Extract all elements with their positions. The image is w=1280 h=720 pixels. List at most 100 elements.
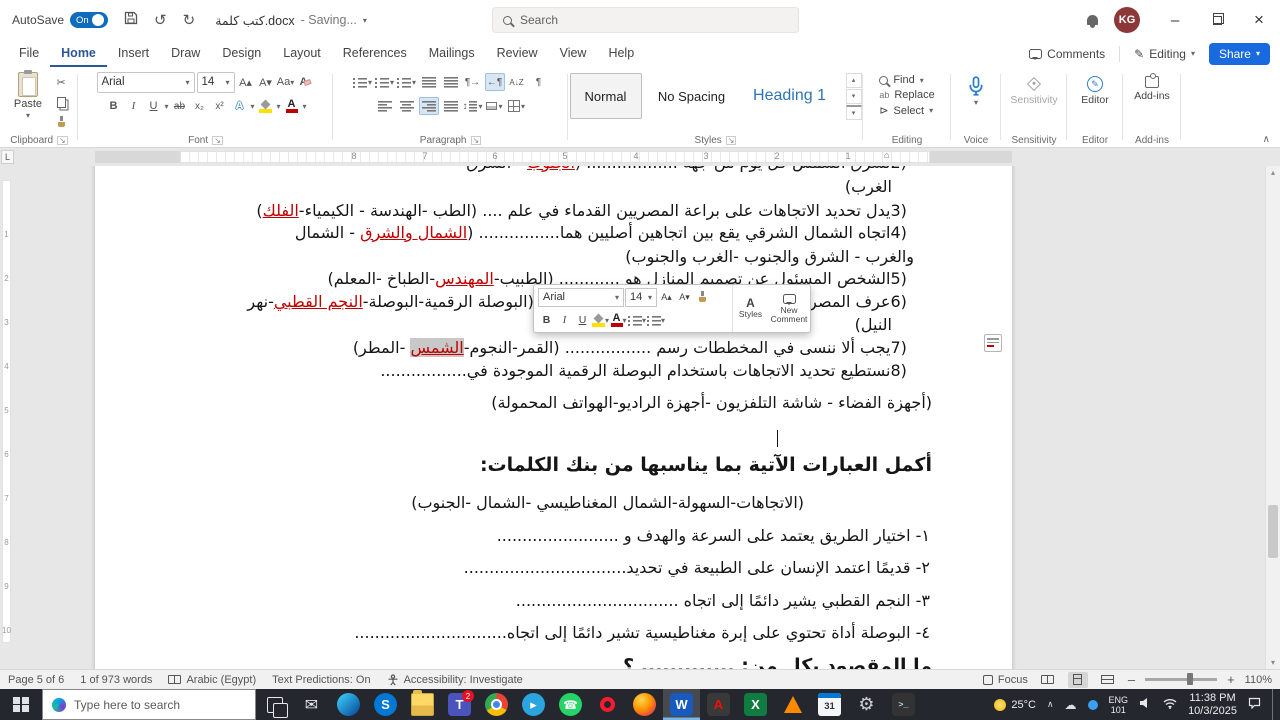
zoom-out-button[interactable]: – <box>1128 672 1135 687</box>
change-case-button[interactable]: Aa ▾ <box>277 73 295 91</box>
restore-button[interactable] <box>1196 0 1238 40</box>
show-marks-button[interactable]: ¶ <box>529 73 549 91</box>
share-button[interactable]: Share ▾ <box>1208 42 1270 65</box>
doc-line[interactable]: ٣- النجم القطبي يشير دائمًا إلى اتجاه ..… <box>516 590 930 612</box>
mini-grow-font-button[interactable]: A▴ <box>658 288 675 306</box>
tab-home[interactable]: Home <box>50 40 107 67</box>
chevron-down-icon[interactable]: ▾ <box>164 102 168 111</box>
vertical-ruler[interactable]: 1 2 3 4 5 6 7 8 9 10 <box>0 166 13 669</box>
text-predictions[interactable]: Text Predictions: On <box>272 674 370 686</box>
font-size-combo[interactable]: 14 ▾ <box>196 71 235 93</box>
line-spacing-button[interactable]: ↕ ▾ <box>463 97 483 115</box>
align-left-button[interactable] <box>375 97 395 115</box>
zoom-slider[interactable] <box>1145 673 1218 686</box>
proofing-language[interactable]: Arabic (Egypt) <box>168 674 256 686</box>
accessibility-status[interactable]: Accessibility: Investigate <box>387 674 523 686</box>
tray-expand-icon[interactable]: ∧ <box>1047 699 1054 710</box>
taskbar-whatsapp-button[interactable]: ☎ <box>552 689 589 720</box>
tray-app-icon[interactable] <box>1087 699 1098 710</box>
taskbar-firefox-button[interactable] <box>626 689 663 720</box>
doc-line[interactable]: 2) تشرق الشمس كل يوم من جهة ............… <box>455 166 912 174</box>
borders-button[interactable]: ▾ <box>507 97 527 115</box>
zoom-in-button[interactable]: + <box>1227 672 1235 687</box>
horizontal-ruler[interactable]: L 8 7 6 5 4 3 2 1 ⌂ <box>0 148 1280 166</box>
doc-line[interactable]: أكمل العبارات الآتية بما يناسبها من بنك … <box>480 454 932 476</box>
increase-indent-button[interactable] <box>441 73 461 91</box>
find-button[interactable]: Find ▾ <box>879 74 924 86</box>
minimize-button[interactable]: – <box>1154 0 1196 40</box>
comments-button[interactable]: Comments <box>1029 47 1105 61</box>
dictate-button[interactable]: ▾ <box>967 70 985 107</box>
volume-icon[interactable] <box>1139 697 1152 712</box>
taskbar-calendar-button[interactable]: 31 <box>811 689 848 720</box>
doc-line[interactable]: ٤- البوصلة أداة تحتوي على إبرة مغناطيسية… <box>354 622 930 644</box>
taskbar-chrome-button[interactable] <box>478 689 515 720</box>
collapse-ribbon-button[interactable]: ∧ <box>1263 134 1270 145</box>
web-layout-button[interactable] <box>1098 672 1118 688</box>
action-center-icon[interactable] <box>1248 697 1261 712</box>
superscript-button[interactable]: x² <box>210 97 228 115</box>
justify-button[interactable] <box>441 97 461 115</box>
mini-bold-button[interactable]: B <box>538 311 555 329</box>
tab-help[interactable]: Help <box>597 40 645 67</box>
undo-button[interactable]: ↺ <box>154 11 167 29</box>
save-button[interactable] <box>124 11 138 29</box>
taskbar-task-view-button[interactable] <box>256 689 293 720</box>
doc-line[interactable]: والغرب - الشرق والجنوب -الغرب والجنوب) <box>625 246 914 268</box>
mini-italic-button[interactable]: I <box>556 311 573 329</box>
focus-toggle[interactable]: Focus <box>982 674 1028 686</box>
doc-line[interactable]: النيل) <box>855 314 892 336</box>
zoom-level[interactable]: 110% <box>1245 674 1272 686</box>
show-desktop-button[interactable] <box>1272 689 1276 720</box>
autosave-toggle[interactable]: On <box>70 12 109 28</box>
dialog-launcher-icon[interactable]: ↘ <box>57 136 68 145</box>
read-mode-button[interactable] <box>1038 672 1058 688</box>
taskbar-mail-button[interactable]: ✉ <box>293 689 330 720</box>
document-page[interactable]: 2) تشرق الشمس كل يوم من جهة ............… <box>95 166 1012 669</box>
scrollbar-thumb[interactable] <box>1268 505 1278 558</box>
taskbar-acrobat-button[interactable]: A <box>700 689 737 720</box>
doc-line[interactable]: ما المقصود بكل من: ............. ؟ <box>623 655 932 669</box>
tab-view[interactable]: View <box>549 40 598 67</box>
shading-button[interactable]: ▾ <box>485 97 505 115</box>
autosave-control[interactable]: AutoSave On <box>12 12 109 28</box>
format-painter-button[interactable] <box>52 113 70 131</box>
doc-line[interactable]: (أجهزة الفضاء - شاشة التلفزيون -أجهزة ال… <box>491 392 932 414</box>
taskbar-terminal-button[interactable]: >_ <box>885 689 922 720</box>
user-avatar[interactable]: KG <box>1114 7 1140 33</box>
taskbar-edge-button[interactable] <box>330 689 367 720</box>
dialog-launcher-icon[interactable]: ↘ <box>470 136 482 145</box>
tab-design[interactable]: Design <box>211 40 272 67</box>
tab-references[interactable]: References <box>332 40 418 67</box>
doc-line[interactable]: ١- اختيار الطريق يعتمد على السرعة والهدف… <box>497 525 930 547</box>
taskbar-settings-button[interactable]: ⚙ <box>848 689 885 720</box>
addins-button[interactable]: Add-ins <box>1134 70 1170 102</box>
word-count[interactable]: 1 of 973 words <box>80 674 152 686</box>
strikethrough-button[interactable]: ab <box>170 97 188 115</box>
doc-line[interactable]: 3) يدل تحديد الاتجاهات على براعة المصريي… <box>256 200 912 222</box>
comment-marker-icon[interactable] <box>984 334 1002 352</box>
mini-font-color-button[interactable]: A ▾ <box>610 311 627 329</box>
mini-font-name-combo[interactable]: Arial ▾ <box>538 287 624 307</box>
mini-numbering-button[interactable]: ▾ <box>647 311 665 329</box>
mini-shrink-font-button[interactable]: A▾ <box>676 288 693 306</box>
doc-line[interactable]: 8) نستطيع تحديد الاتجاهات باستخدام البوص… <box>380 360 912 382</box>
highlight-button[interactable] <box>257 97 275 115</box>
notifications-bell-icon[interactable] <box>1087 15 1098 28</box>
mini-format-painter-button[interactable] <box>694 288 711 306</box>
network-icon[interactable] <box>1163 698 1177 712</box>
bullets-button[interactable]: ▾ <box>352 73 373 91</box>
taskbar-word-button[interactable]: W <box>663 689 700 720</box>
mini-font-size-combo[interactable]: 14 ▾ <box>625 287 657 307</box>
style-normal[interactable]: Normal <box>569 73 642 119</box>
dialog-launcher-icon[interactable]: ↘ <box>725 136 737 145</box>
font-color-button[interactable]: A <box>283 97 301 115</box>
select-button[interactable]: ⊳ Select ▾ <box>879 104 933 118</box>
chevron-down-icon[interactable]: ▾ <box>277 102 281 111</box>
tab-insert[interactable]: Insert <box>107 40 160 67</box>
indent-marker-icon[interactable]: ⌂ <box>884 150 889 160</box>
taskbar-opera-button[interactable] <box>589 689 626 720</box>
close-button[interactable]: × <box>1238 0 1280 40</box>
editor-button[interactable]: ✎ Editor <box>1081 70 1109 106</box>
align-right-button[interactable] <box>418 97 439 115</box>
